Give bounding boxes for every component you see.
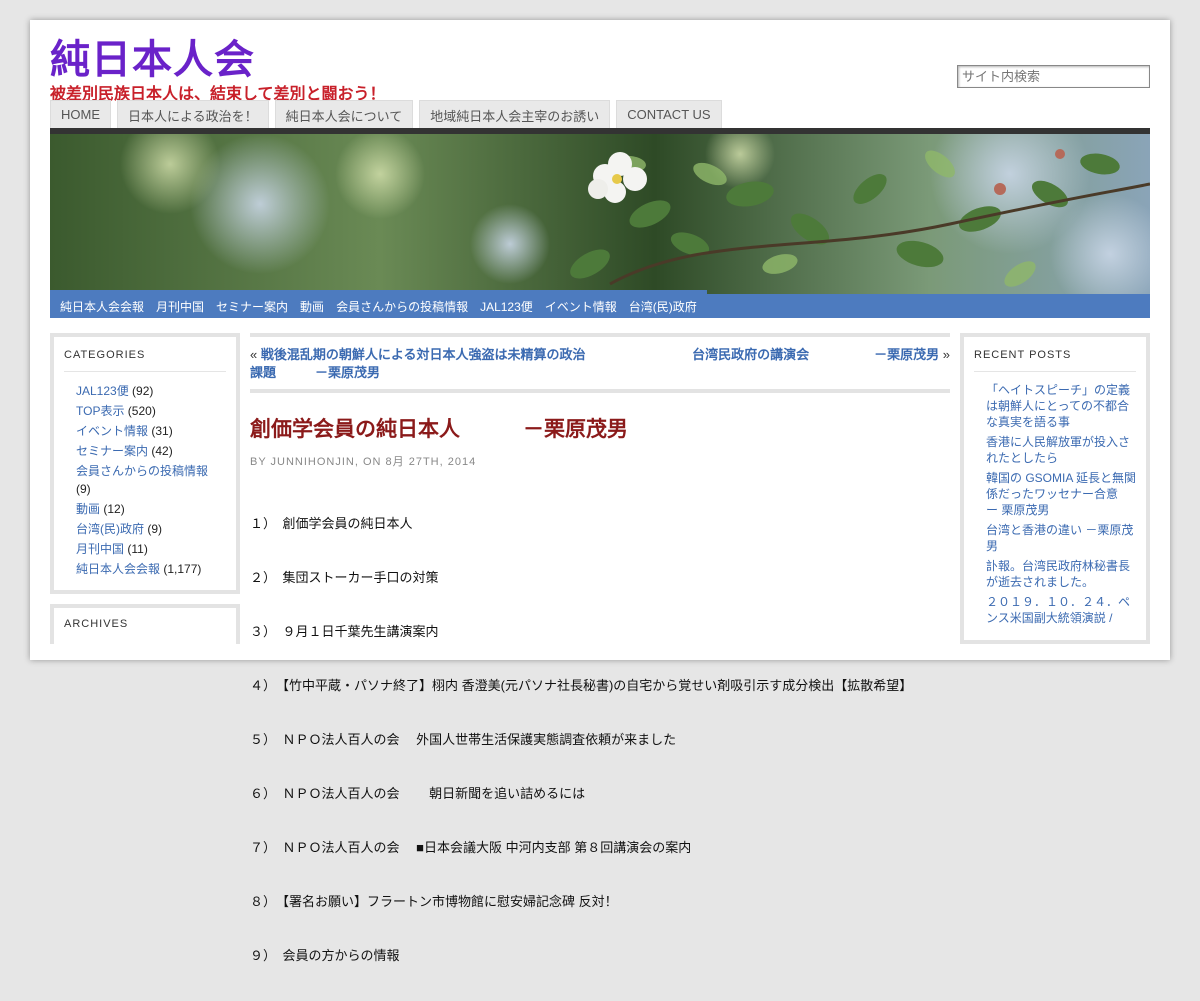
next-post-link[interactable]: 台湾民政府の講演会 －栗原茂男 » [692,346,950,364]
category-item: 会員さんからの投稿情報 (9) [64,462,226,498]
category-link[interactable]: 月刊中国 [76,542,124,556]
post-list-item: ８） 【署名お願い】フラートン市博物館に慰安婦記念碑 反対！ [250,894,618,909]
category-link[interactable]: TOP表示 [76,404,124,418]
categories-heading: CATEGORIES [64,349,226,372]
category-count: (11) [127,542,148,556]
tab-contact[interactable]: CONTACT US [616,100,722,128]
category-count: (31) [151,424,173,438]
category-link[interactable]: JAL123便 [76,384,129,398]
category-link[interactable]: 動画 [76,502,100,516]
tab-home[interactable]: HOME [50,100,111,128]
top-tabs: HOME 日本人による政治を！ 純日本人会について 地域純日本人会主宰のお誘い … [50,100,722,128]
category-item: 台湾(民)政府 (9) [64,520,226,538]
category-count: (9) [76,482,91,496]
nav-item-kaiho[interactable]: 純日本人会会報 [54,290,150,318]
category-count: (1,177) [163,562,202,576]
previous-post-title-line2[interactable]: 課題 －栗原茂男 [250,365,380,380]
left-sidebar: CATEGORIES JAL123便 (92) TOP表示 (520) イベント… [50,333,240,644]
archives-widget: ARCHIVES [50,604,240,644]
categories-widget: CATEGORIES JAL123便 (92) TOP表示 (520) イベント… [50,333,240,594]
post-list-item: ７） ＮＰＯ法人百人の会 ■日本会議大阪 中河内支部 第８回講演会の案内 [250,840,692,855]
tab-politics[interactable]: 日本人による政治を！ [117,100,269,128]
search-input[interactable] [957,65,1150,88]
post-list-item: ９） 会員の方からの情報 [250,948,400,963]
post-list-item: ４） 【竹中平蔵・パソナ終了】栩内 香澄美(元パソナ社長秘書)の自宅から覚せい剤… [250,678,913,693]
category-item: 月刊中国 (11) [64,540,226,558]
recent-post-item: 香港に人民解放軍が投入されたとしたら [974,434,1136,466]
tab-about[interactable]: 純日本人会について [274,100,414,128]
post-navigation: « 戦後混乱期の朝鮮人による対日本人強盗は未精算の政治 課題 －栗原茂男 台湾民… [250,333,950,393]
nav-item-member-posts[interactable]: 会員さんからの投稿情報 [330,290,474,318]
header-banner-image [50,134,1150,294]
recent-post-item: 「ヘイトスピーチ」の定義は朝鮮人にとっての不都合な真実を語る事 [974,382,1136,430]
category-nav-bar: 純日本人会会報 月刊中国 セミナー案内 動画 会員さんからの投稿情報 JAL12… [50,290,1150,318]
nav-item-gekkan-chugoku[interactable]: 月刊中国 [150,290,210,318]
recent-posts-heading: RECENT POSTS [974,349,1136,372]
category-item: JAL123便 (92) [64,382,226,400]
post-list-item: １） 創価学会員の純日本人 [250,516,413,531]
main-content: « 戦後混乱期の朝鮮人による対日本人強盗は未精算の政治 課題 －栗原茂男 台湾民… [250,333,950,1001]
tab-regional[interactable]: 地域純日本人会主宰のお誘い [419,100,611,128]
category-item: 動画 (12) [64,500,226,518]
category-count: (9) [147,522,163,536]
category-count: (92) [132,384,154,398]
previous-post-title-line1[interactable]: 戦後混乱期の朝鮮人による対日本人強盗は未精算の政治 [261,347,586,362]
nav-item-jal123[interactable]: JAL123便 [474,290,539,318]
category-count: (12) [103,502,125,516]
recent-post-link[interactable]: 韓国の GSOMIA 延長と無関係だったワッセナー合意 ー 栗原茂男 [986,471,1166,517]
category-item: セミナー案内 (42) [64,442,226,460]
nav-item-video[interactable]: 動画 [294,290,330,318]
category-count: (42) [151,444,173,458]
next-arrow: » [942,347,950,362]
post-meta: BY JUNNIHONJIN, ON 8月 27TH, 2014 [250,456,477,468]
archives-heading: ARCHIVES [64,618,129,630]
recent-post-link[interactable]: 台湾と香港の違い －栗原茂男 [986,523,1133,553]
category-item: イベント情報 (31) [64,422,226,440]
right-sidebar: RECENT POSTS 「ヘイトスピーチ」の定義は朝鮮人にとっての不都合な真実… [960,333,1166,644]
category-link[interactable]: セミナー案内 [76,444,148,458]
nav-item-taiwan[interactable]: 台湾(民)政府 [623,290,703,318]
next-post-title[interactable]: 台湾民政府の講演会 －栗原茂男 [692,347,939,362]
nav-item-seminar[interactable]: セミナー案内 [210,290,294,318]
previous-post-link[interactable]: « 戦後混乱期の朝鮮人による対日本人強盗は未精算の政治 課題 －栗原茂男 [250,346,600,382]
previous-arrow: « [250,347,258,362]
recent-post-link[interactable]: ２０１９．１０．２４．ペンス米国副大統領演説 / [986,595,1130,625]
category-item: 純日本人会会報 (1,177) [64,560,226,578]
post-list-item: ６） ＮＰＯ法人百人の会 朝日新聞を追い詰めるには [250,786,586,801]
recent-post-link[interactable]: 訃報。台湾民政府林秘書長が逝去されました。 [986,559,1130,589]
recent-post-link[interactable]: 「ヘイトスピーチ」の定義は朝鮮人にとっての不都合な真実を語る事 [986,383,1130,429]
category-link[interactable]: 会員さんからの投稿情報 [76,464,208,478]
post-list-item: ２） 集団ストーカー手口の対策 [250,570,439,585]
category-link[interactable]: イベント情報 [76,424,148,438]
category-link[interactable]: 純日本人会会報 [76,562,160,576]
category-count: (520) [127,404,156,418]
recent-post-item: 訃報。台湾民政府林秘書長が逝去されました。 [974,558,1136,590]
category-link[interactable]: 台湾(民)政府 [76,522,144,536]
page: 純日本人会 被差別民族日本人は、結束して差別と闘おう！ HOME 日本人による政… [30,20,1170,963]
nav-item-events[interactable]: イベント情報 [539,290,623,318]
post-title[interactable]: 創価学会員の純日本人 －栗原茂男 [250,413,950,443]
post-body-list: １） 創価学会員の純日本人 ２） 集団ストーカー手口の対策 ３） ９月１日千葉先… [250,479,950,1001]
category-item: TOP表示 (520) [64,402,226,420]
recent-post-item: 台湾と香港の違い －栗原茂男 [974,522,1136,554]
recent-posts-widget: RECENT POSTS 「ヘイトスピーチ」の定義は朝鮮人にとっての不都合な真実… [960,333,1166,644]
site-title[interactable]: 純日本人会 [50,36,255,84]
post-list-item: ３） ９月１日千葉先生講演案内 [250,624,439,639]
post-list-item: ５） ＮＰＯ法人百人の会 外国人世帯生活保護実態調査依頼が来ました [250,732,677,747]
recent-post-link[interactable]: 香港に人民解放軍が投入されたとしたら [986,435,1130,465]
recent-post-item: ２０１９．１０．２４．ペンス米国副大統領演説 / [974,594,1136,626]
recent-post-item: 韓国の GSOMIA 延長と無関係だったワッセナー合意 ー 栗原茂男 [974,470,1166,518]
